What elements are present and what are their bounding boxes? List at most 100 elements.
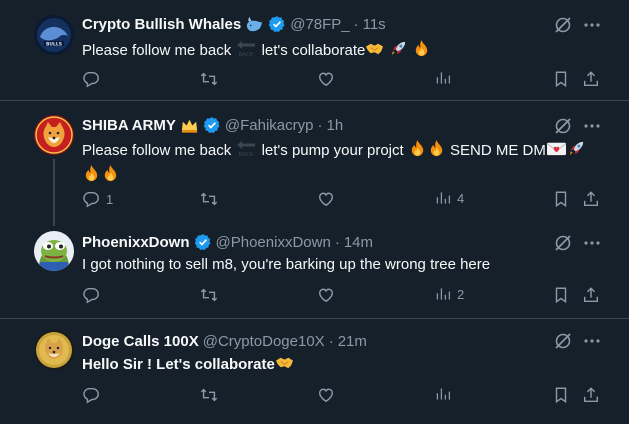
doge-avatar-icon (34, 330, 74, 370)
tweet-text-part: Please follow me back (82, 142, 232, 159)
tweet-text: Please follow me back let's pump your pr… (82, 138, 612, 189)
retweet-icon (200, 70, 218, 88)
views-icon (435, 70, 451, 86)
heart-icon (317, 70, 335, 88)
views-button[interactable] (435, 70, 457, 86)
verified-badge-icon[interactable] (268, 15, 286, 33)
reply-icon (82, 286, 100, 304)
reply-button[interactable] (82, 386, 106, 404)
retweet-button[interactable] (200, 190, 218, 208)
reply-button[interactable] (82, 70, 106, 88)
bookmark-icon (552, 386, 570, 404)
timestamp[interactable]: 11s (363, 16, 386, 33)
back-arrow-emoji-icon (235, 138, 257, 164)
whale-emoji-icon (245, 15, 264, 34)
views-button[interactable]: 2 (435, 286, 464, 302)
svg-text:BULLS: BULLS (46, 42, 62, 48)
like-button[interactable] (317, 70, 335, 88)
retweet-icon (200, 286, 218, 304)
fire-icon (408, 139, 427, 164)
reply-icon (82, 190, 100, 208)
heart-mail-icon (546, 139, 567, 164)
action-bar (0, 70, 629, 90)
timestamp[interactable]: 14m (344, 234, 373, 251)
views-count: 4 (457, 190, 465, 206)
bookmark-icon (552, 190, 570, 208)
tweet-phoenixxdown[interactable]: PhoenixxDown @PhoenixxDown · 14m I got n… (0, 221, 629, 319)
views-icon (435, 190, 451, 206)
shiba-avatar-icon (34, 115, 74, 155)
rocket-icon (567, 139, 586, 164)
handle[interactable]: @Fahikacryp (225, 117, 314, 134)
timestamp[interactable]: 21m (338, 333, 367, 350)
reply-button[interactable]: 1 (82, 190, 113, 208)
crown-emoji-icon (180, 116, 199, 135)
tweet-doge-calls[interactable]: Doge Calls 100X @CryptoDoge10X · 21m Hel… (0, 319, 629, 424)
retweet-button[interactable] (200, 386, 218, 404)
share-button[interactable] (582, 70, 600, 88)
reply-button[interactable] (82, 286, 106, 304)
avatar[interactable] (34, 115, 74, 155)
handshake-icon (365, 39, 384, 64)
bookmark-button[interactable] (552, 70, 570, 88)
handle[interactable]: @78FP_ (290, 16, 349, 33)
share-icon (582, 286, 600, 304)
display-name[interactable]: Doge Calls 100X (82, 333, 199, 350)
separator: · (334, 233, 340, 251)
views-button[interactable]: 4 (435, 190, 464, 206)
whale-logo-avatar-icon: BULLS (34, 15, 74, 55)
reply-icon (82, 386, 100, 404)
tweet-text-part: Please follow me back (82, 42, 232, 59)
verified-badge-icon[interactable] (203, 116, 221, 134)
views-icon (435, 386, 451, 402)
share-icon (582, 70, 600, 88)
share-button[interactable] (582, 190, 600, 208)
avatar[interactable]: BULLS (34, 15, 74, 55)
tweet-shiba-army[interactable]: SHIBA ARMY @Fahikacryp · 1h Please follo… (0, 101, 629, 226)
handshake-icon (275, 353, 294, 378)
tweet-text-part: let's pump your projct (261, 142, 404, 159)
bookmark-button[interactable] (552, 286, 570, 304)
avatar[interactable] (34, 231, 74, 271)
share-button[interactable] (582, 286, 600, 304)
handle[interactable]: @CryptoDoge10X (203, 333, 325, 350)
grok-icon[interactable] (553, 15, 573, 40)
more-icon[interactable] (582, 15, 602, 40)
like-button[interactable] (317, 286, 335, 304)
tweet-crypto-bullish-whales[interactable]: BULLS Crypto Bullish Whales @78FP_ · 11s… (0, 0, 629, 101)
heart-icon (317, 386, 335, 404)
avatar[interactable] (34, 330, 74, 370)
reply-count: 1 (106, 191, 114, 207)
verified-badge-icon[interactable] (194, 233, 212, 251)
heart-icon (317, 190, 335, 208)
action-bar: 1 4 (0, 190, 629, 210)
retweet-button[interactable] (200, 286, 218, 304)
retweet-button[interactable] (200, 70, 218, 88)
share-icon (582, 386, 600, 404)
tweet-text: Please follow me back let's collaborate (82, 38, 602, 64)
retweet-icon (200, 190, 218, 208)
display-name[interactable]: PhoenixxDown (82, 234, 190, 251)
display-name[interactable]: Crypto Bullish Whales (82, 16, 241, 33)
like-button[interactable] (317, 190, 335, 208)
back-arrow-emoji-icon (235, 38, 257, 64)
handle[interactable]: @PhoenixxDown (216, 234, 331, 251)
tweet-text: I got nothing to sell m8, you're barking… (82, 255, 612, 275)
thread-line (53, 159, 55, 226)
fire-icon (82, 164, 101, 189)
tweet-text: Hello Sir ! Let's collaborate (82, 353, 602, 378)
views-count: 2 (457, 286, 465, 302)
heart-icon (317, 286, 335, 304)
share-icon (582, 190, 600, 208)
timestamp[interactable]: 1h (326, 117, 343, 134)
views-button[interactable] (435, 386, 457, 402)
bookmark-button[interactable] (552, 190, 570, 208)
tweet-header: PhoenixxDown @PhoenixxDown · 14m (82, 232, 373, 252)
tweet-text-part: I got nothing to sell m8, you're barking… (82, 256, 491, 273)
share-button[interactable] (582, 386, 600, 404)
like-button[interactable] (317, 386, 335, 404)
bookmark-icon (552, 70, 570, 88)
bookmark-button[interactable] (552, 386, 570, 404)
rocket-icon (389, 39, 408, 64)
display-name[interactable]: SHIBA ARMY (82, 117, 176, 134)
